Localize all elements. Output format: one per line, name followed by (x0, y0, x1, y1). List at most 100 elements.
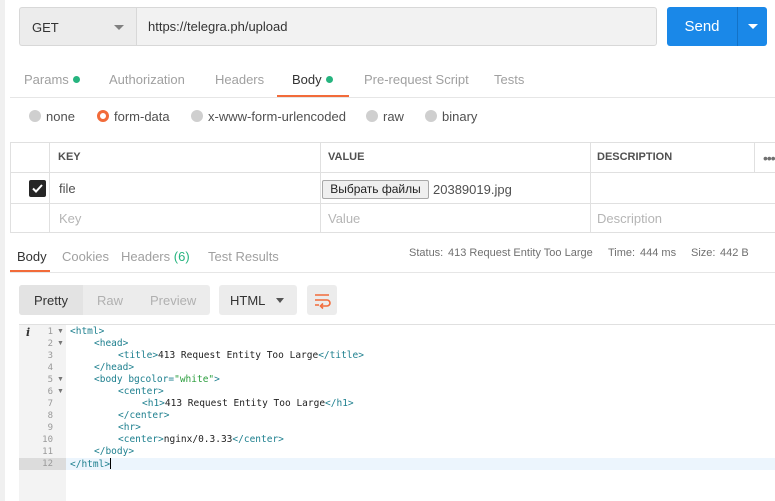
code-token: > (214, 374, 220, 385)
tab-label: Tests (494, 72, 525, 87)
line-number: 7 (47, 399, 53, 409)
code-token: <body (94, 374, 123, 385)
line-number: 6 (47, 387, 53, 397)
status-value[interactable]: 413 Request Entity Too Large (448, 247, 593, 259)
code-token: <head> (94, 338, 129, 349)
line-number: 5 (47, 375, 53, 385)
tab-authorization[interactable]: Authorization (109, 72, 185, 87)
indicator-dot-icon (72, 76, 80, 83)
headers-count-badge: (6) (173, 249, 190, 264)
code-token: </title> (318, 350, 364, 361)
row-checkbox[interactable] (29, 180, 46, 197)
code-token: 413 Request Entity Too Large (158, 350, 319, 361)
radio-icon (366, 110, 378, 122)
view-preview-button[interactable]: Preview (150, 293, 196, 308)
divider (320, 142, 321, 233)
code-token: 413 Request Entity Too Large (164, 398, 326, 409)
code-line-6: <center> (118, 386, 164, 398)
method-label: GET (32, 20, 59, 35)
choose-file-button[interactable]: Выбрать файлы (322, 180, 429, 199)
param-key[interactable]: file (59, 181, 76, 196)
line-number: 8 (47, 411, 53, 421)
fold-arrow-icon[interactable]: ▼ (57, 374, 64, 386)
url-input[interactable]: https://telegra.ph/upload (136, 7, 657, 46)
column-header-description: DESCRIPTION (597, 151, 673, 163)
tab-headers[interactable]: Headers (215, 72, 264, 87)
code-token: <title> (118, 350, 159, 361)
code-token: <center> (118, 386, 164, 397)
view-pretty-button[interactable]: Pretty (34, 293, 68, 308)
fold-arrow-icon[interactable]: ▼ (57, 338, 64, 350)
send-button[interactable]: Send (667, 7, 737, 46)
code-line-9: <hr> (118, 422, 141, 434)
new-value-input[interactable]: Value (328, 211, 360, 226)
response-tab-test-results[interactable]: Test Results (208, 249, 279, 264)
file-name: 20389019.jpg (433, 182, 512, 197)
code-line-2: <head> (94, 338, 128, 350)
code-token: </head> (94, 362, 135, 373)
code-token: <center> (118, 434, 164, 445)
code-line-8: </center> (118, 410, 169, 422)
fold-arrow-icon[interactable]: ▼ (57, 386, 64, 398)
view-raw-button[interactable]: Raw (97, 293, 123, 308)
code-token: </body> (94, 446, 135, 457)
more-options-icon[interactable]: ••• (763, 150, 775, 166)
tab-params[interactable]: Params (24, 72, 80, 87)
tab-label: Pre-request Script (364, 72, 469, 87)
line-number: 3 (47, 351, 53, 361)
wrap-lines-button[interactable] (307, 285, 337, 315)
code-line-1: <html> (70, 326, 104, 338)
tab-label: Body (292, 72, 322, 87)
code-line-3: <title>413 Request Entity Too Large</tit… (118, 350, 364, 362)
tab-label: Headers (215, 72, 265, 87)
format-select[interactable]: HTML (219, 285, 297, 315)
code-token: </html> (70, 459, 111, 470)
send-options-button[interactable] (737, 7, 767, 46)
new-description-input[interactable]: Description (597, 211, 662, 226)
size-label: Size: (691, 247, 716, 259)
chevron-down-icon (748, 24, 758, 29)
response-tab-headers[interactable]: Headers (6) (121, 249, 190, 264)
fold-arrow-icon[interactable]: ▼ (57, 326, 64, 338)
code-token: <hr> (118, 422, 141, 433)
wrap-lines-icon (315, 294, 331, 310)
line-number: 11 (42, 447, 53, 457)
code-token: <h1> (142, 398, 165, 409)
new-key-input[interactable]: Key (59, 211, 81, 226)
time-value[interactable]: 444 ms (640, 247, 676, 259)
line-number: 1 (47, 327, 53, 337)
text-cursor (110, 458, 112, 469)
tab-tests[interactable]: Tests (494, 72, 524, 87)
radio-icon (29, 110, 41, 122)
column-header-value: VALUE (328, 151, 365, 163)
radio-label: raw (383, 109, 404, 124)
active-line-highlight (66, 458, 775, 470)
radio-icon (191, 110, 203, 122)
divider (10, 203, 775, 204)
view-mode-group: Pretty Raw Preview (19, 285, 210, 315)
code-token: </h1> (325, 398, 354, 409)
tab-label: Headers (121, 249, 171, 264)
tab-pre-request-script[interactable]: Pre-request Script (364, 72, 469, 87)
tab-body[interactable]: Body (292, 72, 333, 87)
code-token: </center> (118, 410, 170, 421)
response-tab-body[interactable]: Body (17, 249, 47, 264)
line-number: 10 (42, 435, 53, 445)
code-line-7: <h1>413 Request Entity Too Large</h1> (142, 398, 354, 410)
response-tab-cookies[interactable]: Cookies (62, 249, 109, 264)
tab-label: Params (24, 72, 69, 87)
chevron-down-icon (276, 298, 284, 303)
line-number: 4 (47, 363, 53, 373)
radio-icon (425, 110, 437, 122)
status-label: Status: (409, 247, 444, 259)
chevron-down-icon (114, 25, 124, 30)
radio-selected-icon (97, 110, 109, 122)
code-line-10: <center>nginx/0.3.33</center> (118, 434, 284, 446)
size-value[interactable]: 442 B (720, 247, 749, 259)
line-number: 12 (42, 459, 53, 469)
code-token: nginx/0.3.33 (163, 434, 233, 445)
method-select[interactable]: GET (19, 7, 136, 46)
radio-label: binary (442, 109, 478, 124)
code-token: <html> (70, 326, 105, 337)
divider (10, 97, 775, 98)
